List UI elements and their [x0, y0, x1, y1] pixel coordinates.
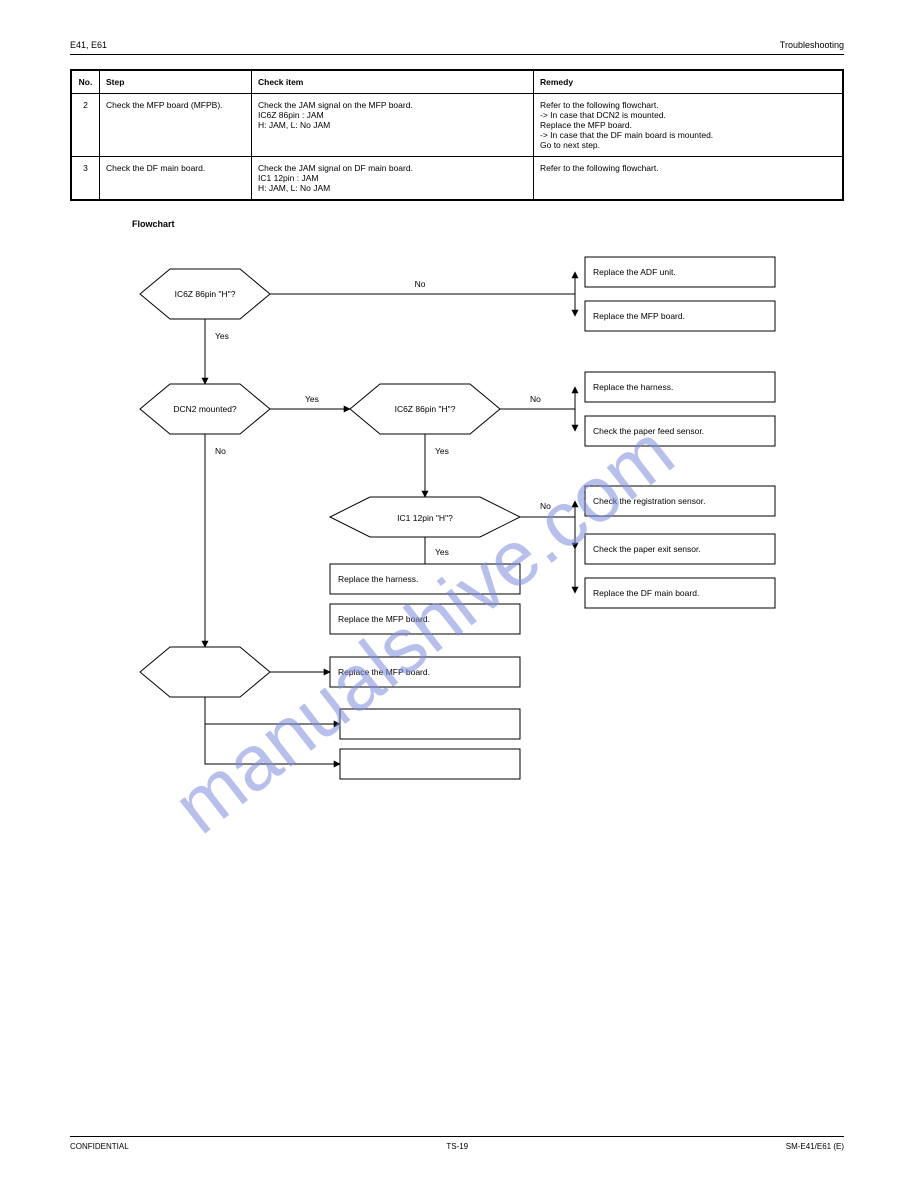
cell-step: Check the DF main board.: [100, 157, 252, 200]
svg-text:DCN2 mounted?: DCN2 mounted?: [173, 404, 237, 414]
decision-4: IC1 12pin "H"?: [330, 497, 520, 537]
action-r5: Check the registration sensor.: [585, 486, 775, 516]
page-footer: CONFIDENTIAL TS-19 SM-E41/E61 (E): [70, 1136, 844, 1151]
svg-text:Replace the ADF unit.: Replace the ADF unit.: [593, 267, 676, 277]
svg-text:Replace the harness.: Replace the harness.: [338, 574, 418, 584]
svg-text:Check the paper exit sensor.: Check the paper exit sensor.: [593, 544, 701, 554]
col-check: Check item: [252, 71, 534, 94]
svg-text:IC6Z 86pin "H"?: IC6Z 86pin "H"?: [395, 404, 456, 414]
table-row: 2 Check the MFP board (MFPB). Check the …: [72, 94, 843, 157]
header-left: E41, E61: [70, 40, 107, 50]
svg-text:IC6Z 86pin "H"?: IC6Z 86pin "H"?: [175, 289, 236, 299]
cell-remedy: Refer to the following flowchart.: [534, 157, 843, 200]
page: E41, E61 Troubleshooting No. Step Check …: [70, 40, 844, 804]
action-box: [340, 709, 520, 739]
cell-remedy: Refer to the following flowchart. -> In …: [534, 94, 843, 157]
label-yes: Yes: [215, 331, 229, 341]
action-r8: Replace the harness.: [330, 564, 520, 594]
action-r4: Check the paper feed sensor.: [585, 416, 775, 446]
label-yes: Yes: [305, 394, 319, 404]
decision-3: IC6Z 86pin "H"?: [350, 384, 500, 434]
action-box: [340, 749, 520, 779]
table-row: 3 Check the DF main board. Check the JAM…: [72, 157, 843, 200]
col-remedy: Remedy: [534, 71, 843, 94]
table-header-row: No. Step Check item Remedy: [72, 71, 843, 94]
label-yes: Yes: [435, 547, 449, 557]
footer-page: TS-19: [446, 1142, 468, 1151]
action-r10: Replace the MFP board.: [330, 657, 520, 687]
cell-no: 3: [72, 157, 100, 200]
label-no: No: [530, 394, 541, 404]
action-r9: Replace the MFP board.: [330, 604, 520, 634]
flowchart-title: Flowchart: [132, 219, 844, 229]
troubleshooting-table: No. Step Check item Remedy 2 Check the M…: [70, 69, 844, 201]
svg-text:Replace the DF main board.: Replace the DF main board.: [593, 588, 699, 598]
svg-text:Replace the harness.: Replace the harness.: [593, 382, 673, 392]
action-r7: Replace the DF main board.: [585, 578, 775, 608]
svg-text:Replace the MFP board.: Replace the MFP board.: [593, 311, 685, 321]
cell-no: 2: [72, 94, 100, 157]
decision-empty: [140, 647, 270, 697]
cell-check: Check the JAM signal on the MFP board. I…: [252, 94, 534, 157]
label-no: No: [215, 446, 226, 456]
col-step: Step: [100, 71, 252, 94]
svg-text:Replace the MFP board.: Replace the MFP board.: [338, 667, 430, 677]
decision-2: DCN2 mounted?: [140, 384, 270, 434]
cell-step: Check the MFP board (MFPB).: [100, 94, 252, 157]
label-no: No: [540, 501, 551, 511]
svg-text:Check the registration sensor.: Check the registration sensor.: [593, 496, 705, 506]
col-no: No.: [72, 71, 100, 94]
page-header: E41, E61 Troubleshooting: [70, 40, 844, 55]
label-yes: Yes: [435, 446, 449, 456]
flowchart: .box, .hex { fill:#fff; stroke:#000; str…: [70, 239, 844, 804]
action-r1: Replace the ADF unit.: [585, 257, 775, 287]
svg-text:Replace the MFP board.: Replace the MFP board.: [338, 614, 430, 624]
header-right: Troubleshooting: [780, 40, 844, 50]
action-r6: Check the paper exit sensor.: [585, 534, 775, 564]
svg-text:IC1 12pin "H"?: IC1 12pin "H"?: [397, 513, 453, 523]
label-no: No: [415, 279, 426, 289]
cell-check: Check the JAM signal on DF main board. I…: [252, 157, 534, 200]
footer-right: SM-E41/E61 (E): [786, 1142, 844, 1151]
action-r2: Replace the MFP board.: [585, 301, 775, 331]
action-r3: Replace the harness.: [585, 372, 775, 402]
svg-text:Check the paper feed sensor.: Check the paper feed sensor.: [593, 426, 704, 436]
footer-left: CONFIDENTIAL: [70, 1142, 129, 1151]
decision-1: IC6Z 86pin "H"?: [140, 269, 270, 319]
